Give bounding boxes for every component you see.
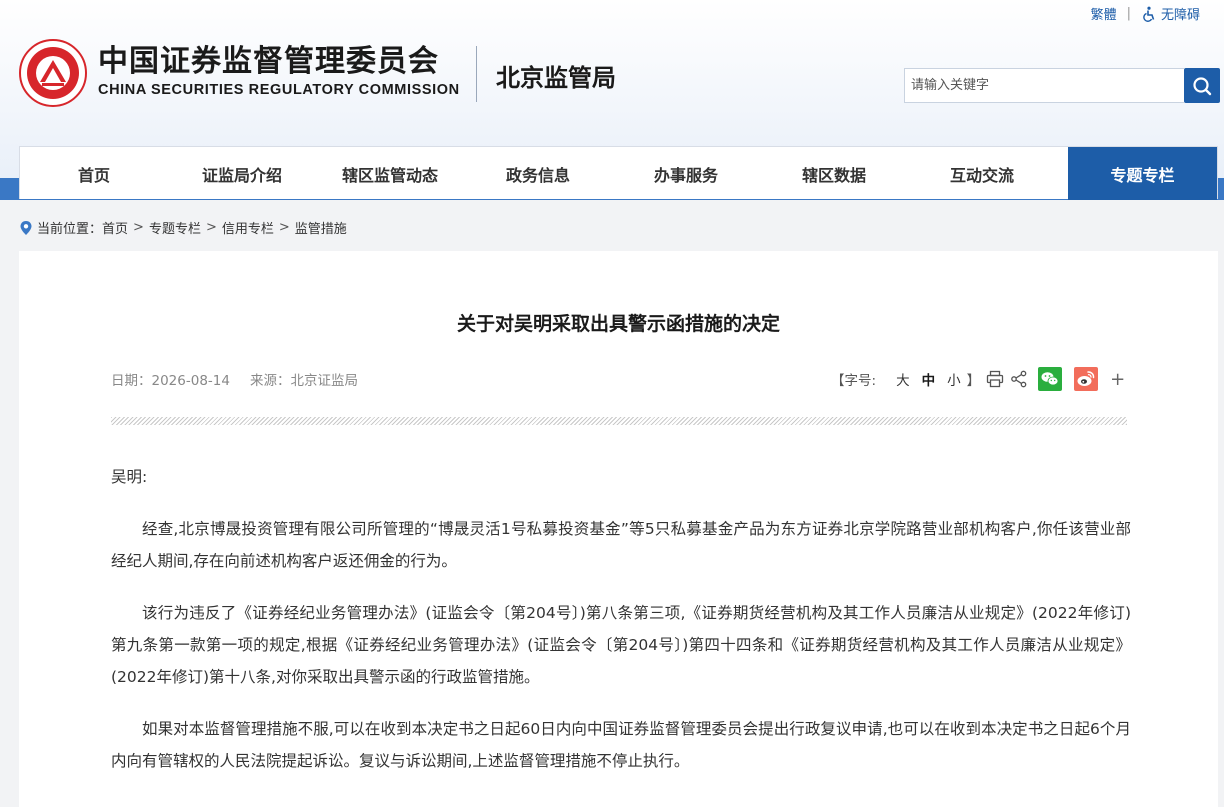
breadcrumb-credit[interactable]: 信用专栏 xyxy=(222,218,274,237)
logo-en-name: CHINA SECURITIES REGULATORY COMMISSION xyxy=(98,82,460,98)
top-links-separator: | xyxy=(1126,6,1131,21)
wechat-share-button[interactable] xyxy=(1038,367,1063,391)
source-value: 北京证监局 xyxy=(290,373,358,389)
accessibility-label: 无障碍 xyxy=(1160,8,1200,23)
accessibility-icon xyxy=(1143,6,1155,22)
breadcrumb-measures[interactable]: 监管措施 xyxy=(295,218,347,237)
article-paragraph: 经查,北京博晟投资管理有限公司所管理的“博晟灵活1号私募投资基金”等5只私募基金… xyxy=(111,520,1131,570)
search-icon xyxy=(1193,76,1212,95)
breadcrumb-separator: > xyxy=(205,220,217,235)
search-button[interactable] xyxy=(1184,68,1220,103)
article-date: 日期：2026-08-14 xyxy=(111,369,230,389)
location-pin-icon xyxy=(20,220,32,235)
font-size-small[interactable]: 小 xyxy=(947,369,961,389)
weibo-share-button[interactable] xyxy=(1074,367,1099,391)
nav-item-regional-news[interactable]: 辖区监管动态 xyxy=(316,147,464,200)
top-links: 繁體 | 无障碍 xyxy=(1091,4,1200,23)
logo-cn-name: 中国证券监督管理委员会 xyxy=(98,44,439,79)
nav-item-home[interactable]: 首页 xyxy=(20,147,168,200)
header: 繁體 | 无障碍 中国证券监督管理委员会 CHINA SECURITIES RE… xyxy=(0,0,1224,200)
font-size-label: 【字号: xyxy=(831,373,877,389)
article-paragraph: 该行为违反了《证券经纪业务管理办法》(证监会令〔第204号〕)第八条第三项,《证… xyxy=(111,604,1131,686)
date-label: 日期： xyxy=(111,373,152,389)
breadcrumb-prefix: 当前位置： xyxy=(37,222,103,237)
article-paragraph: 如果对本监督管理措施不服,可以在收到本决定书之日起60日内向中国证券监督管理委员… xyxy=(111,720,1131,770)
accessibility-link[interactable]: 无障碍 xyxy=(1141,4,1200,23)
font-size-large[interactable]: 大 xyxy=(896,369,910,389)
article-body: 吴明: 经查,北京博晟投资管理有限公司所管理的“博晟灵活1号私募投资基金”等5只… xyxy=(111,461,1131,797)
nav-item-bureau-intro[interactable]: 证监局介绍 xyxy=(168,147,316,200)
article-title: 关于对吴明采取出具警示函措施的决定 xyxy=(456,313,780,335)
main-nav: 首页 证监局介绍 辖区监管动态 政务信息 办事服务 辖区数据 互动交流 专题专栏 xyxy=(19,146,1218,200)
article-panel: 关于对吴明采取出具警示函措施的决定 日期：2026-08-14 来源：北京证监局… xyxy=(19,251,1218,807)
search-bar xyxy=(904,68,1220,103)
bureau-name: 北京监管局 xyxy=(496,64,616,92)
nav-item-gov-info[interactable]: 政务信息 xyxy=(464,147,612,200)
article-source: 来源：北京证监局 xyxy=(250,369,358,389)
date-value: 2026-08-14 xyxy=(151,373,230,389)
article-meta: 日期：2026-08-14 来源：北京证监局 xyxy=(111,369,358,389)
more-share-button[interactable]: + xyxy=(1110,369,1125,390)
breadcrumb-separator: > xyxy=(133,220,144,235)
print-icon xyxy=(986,370,1004,388)
breadcrumb-special-topics[interactable]: 专题专栏 xyxy=(149,218,201,237)
article-salutation: 吴明: xyxy=(111,468,148,486)
csrc-logo xyxy=(19,39,87,107)
font-size-close: 】 xyxy=(966,373,981,389)
print-button[interactable] xyxy=(986,370,1004,388)
nav-item-regional-data[interactable]: 辖区数据 xyxy=(760,147,908,200)
weibo-icon xyxy=(1074,367,1099,391)
font-size-medium[interactable]: 中 xyxy=(922,369,936,389)
breadcrumb-home[interactable]: 首页 xyxy=(102,218,128,237)
breadcrumb-separator: > xyxy=(278,220,290,235)
nav-item-interaction[interactable]: 互动交流 xyxy=(908,147,1056,200)
logo-text: 中国证券监督管理委员会 CHINA SECURITIES REGULATORY … xyxy=(98,44,460,98)
meta-divider xyxy=(111,417,1127,425)
nav-item-services[interactable]: 办事服务 xyxy=(612,147,760,200)
nav-item-special-topics[interactable]: 专题专栏 xyxy=(1068,147,1217,200)
search-input[interactable] xyxy=(904,68,1184,103)
header-divider xyxy=(476,46,477,102)
source-label: 来源： xyxy=(249,373,291,389)
share-button[interactable] xyxy=(1010,370,1028,388)
wechat-icon xyxy=(1038,367,1063,391)
share-icon xyxy=(1011,370,1027,388)
traditional-chinese-link[interactable]: 繁體 xyxy=(1091,4,1117,23)
article-tools: 【字号: 大 中 小 】 + xyxy=(831,367,1125,391)
breadcrumb: 当前位置： 首页 > 专题专栏 > 信用专栏 > 监管措施 xyxy=(19,218,347,237)
